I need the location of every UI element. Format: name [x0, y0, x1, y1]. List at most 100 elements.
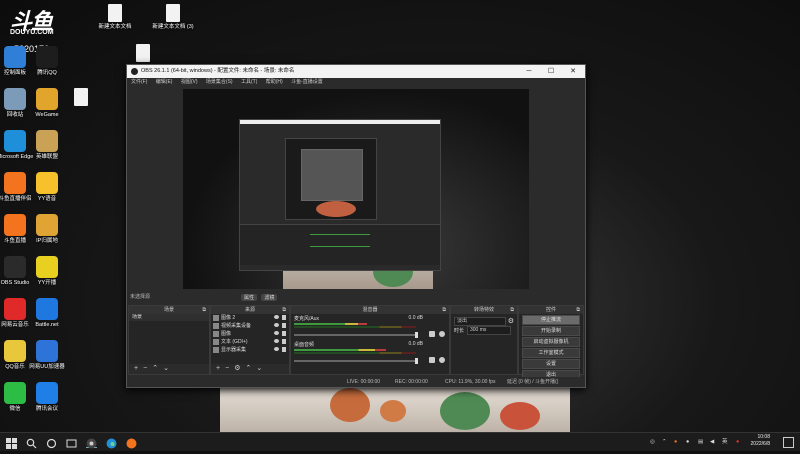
lock-icon[interactable] — [282, 347, 286, 352]
maximize-button[interactable]: ☐ — [541, 65, 561, 78]
visibility-eye-icon[interactable] — [274, 331, 279, 335]
desktop-shortcut[interactable]: 网易UU加速器 — [24, 340, 70, 371]
dock-float-icon[interactable]: ⧉ — [202, 306, 206, 314]
desktop-file[interactable] — [58, 88, 104, 108]
desktop-shortcut[interactable]: 腾讯QQ — [24, 46, 70, 77]
menu-file[interactable]: 文件(F) — [131, 79, 147, 85]
dock-title: 混音器 ⧉ — [291, 306, 449, 314]
douyu-taskbar-icon[interactable] — [126, 436, 137, 449]
dock-float-icon[interactable]: ⧉ — [442, 306, 446, 314]
properties-button[interactable]: 属性 — [241, 294, 258, 301]
rec-timer: REC: 00:00:00 — [395, 379, 428, 385]
visibility-eye-icon[interactable] — [274, 323, 279, 327]
notification-center-icon[interactable] — [783, 437, 794, 448]
edge-taskbar-icon[interactable] — [106, 436, 117, 449]
speaker-icon[interactable] — [429, 331, 435, 337]
menu-view[interactable]: 视图(V) — [181, 79, 198, 85]
gear-icon[interactable] — [439, 331, 445, 337]
source-item[interactable]: 图像 2 — [211, 314, 289, 322]
move-up-icon[interactable]: ⌃ — [245, 365, 251, 372]
source-item[interactable]: 视频采集设备 — [211, 322, 289, 330]
source-item[interactable]: 图像 — [211, 330, 289, 338]
desktop-shortcut[interactable]: 英雄联盟 — [24, 130, 70, 161]
tray-icon-volume[interactable]: ◀ — [710, 433, 714, 451]
remove-icon[interactable]: − — [225, 365, 229, 372]
desktop-file[interactable] — [120, 44, 166, 64]
desktop-shortcut[interactable]: 腾讯会议 — [24, 382, 70, 413]
visibility-eye-icon[interactable] — [274, 347, 279, 351]
language-indicator[interactable]: 英 — [722, 433, 728, 451]
tray-icon-notify[interactable]: ● — [736, 433, 739, 451]
desktop-file[interactable]: 新建文本文档 (3) — [150, 4, 196, 31]
menu-edit[interactable]: 编辑(E) — [156, 79, 173, 85]
transition-select[interactable]: 淡出 — [454, 317, 506, 326]
gear-icon[interactable] — [439, 357, 445, 363]
obs-titlebar[interactable]: OBS 26.1.1 (64-bit, windows) - 配置文件: 未命名… — [127, 65, 585, 78]
system-clock[interactable]: 10:08 2022/6/8 — [751, 434, 770, 448]
app-icon — [4, 256, 26, 278]
desktop-shortcut[interactable]: IP归属地 — [24, 214, 70, 245]
dock-title: 转场特效 ⧉ — [451, 306, 517, 314]
dock-float-icon[interactable]: ⧉ — [576, 306, 580, 314]
duration-field[interactable]: 300 ms — [467, 326, 511, 335]
tray-icon-bilibili[interactable]: ◎ — [650, 433, 655, 451]
settings-button[interactable]: 设置 — [522, 359, 580, 369]
tray-icon-network[interactable]: ▤ — [698, 433, 703, 451]
menu-help[interactable]: 帮助(H) — [266, 79, 283, 85]
visibility-eye-icon[interactable] — [274, 315, 279, 319]
minimize-button[interactable]: ─ — [519, 65, 539, 78]
desktop-file[interactable]: 新建文本文档 — [92, 4, 138, 31]
tray-icon-chevron[interactable]: ⌃ — [662, 433, 667, 451]
filters-button[interactable]: 滤镜 — [261, 294, 278, 301]
lock-icon[interactable] — [282, 323, 286, 328]
status-bar: LIVE: 00:00:00 REC: 00:00:00 CPU: 11.9%,… — [127, 377, 585, 387]
stop-streaming-button[interactable]: 停止推流 — [522, 315, 580, 325]
windows-start-button[interactable] — [6, 436, 17, 449]
obs-taskbar-icon[interactable] — [86, 436, 97, 449]
desktop-shortcut[interactable]: YY开播 — [24, 256, 70, 287]
studio-mode-button[interactable]: 工作室模式 — [522, 348, 580, 358]
preview-canvas[interactable] — [183, 89, 529, 289]
source-item[interactable]: 显示器采集 — [211, 346, 289, 354]
menu-scene-collection[interactable]: 场景集合(S) — [206, 79, 233, 85]
volume-knob[interactable] — [415, 332, 418, 338]
volume-knob[interactable] — [415, 358, 418, 364]
close-button[interactable]: ✕ — [563, 65, 583, 78]
text-file-icon — [108, 4, 122, 22]
obs-window[interactable]: OBS 26.1.1 (64-bit, windows) - 配置文件: 未命名… — [126, 64, 586, 388]
dock-float-icon[interactable]: ⧉ — [282, 306, 286, 314]
lock-icon[interactable] — [282, 339, 286, 344]
scenes-dock: 场景 ⧉ 场景 + − ⌃ ⌄ — [128, 305, 210, 375]
gear-icon[interactable]: ⚙ — [234, 365, 240, 372]
speaker-icon[interactable] — [429, 357, 435, 363]
app-icon — [36, 382, 58, 404]
add-icon[interactable]: + — [134, 365, 138, 372]
desktop-shortcut[interactable]: Battle.net — [24, 298, 70, 329]
desktop-shortcut[interactable]: YY语音 — [24, 172, 70, 203]
move-down-icon[interactable]: ⌄ — [256, 365, 262, 372]
menu-douyu-settings[interactable]: 斗鱼-直播设置 — [291, 79, 323, 85]
lock-icon[interactable] — [282, 315, 286, 320]
dock-float-icon[interactable]: ⧉ — [510, 306, 514, 314]
start-recording-button[interactable]: 开始录制 — [522, 326, 580, 336]
visibility-eye-icon[interactable] — [274, 339, 279, 343]
move-down-icon[interactable]: ⌄ — [163, 365, 169, 372]
task-view-icon[interactable] — [66, 436, 77, 448]
dock-title: 控件 ⧉ — [519, 306, 583, 314]
cortana-icon[interactable] — [46, 436, 57, 449]
move-up-icon[interactable]: ⌃ — [152, 365, 158, 372]
scene-item[interactable]: 场景 — [129, 314, 209, 321]
source-item[interactable]: 文本 (GDI+) — [211, 338, 289, 346]
search-icon[interactable] — [26, 436, 37, 449]
tray-icon-douyu[interactable]: ● — [674, 433, 677, 451]
dock-title: 来源 ⧉ — [211, 306, 289, 314]
remove-icon[interactable]: − — [143, 365, 147, 372]
start-virtual-camera-button[interactable]: 启动虚拟摄像机 — [522, 337, 580, 347]
add-icon[interactable]: + — [216, 365, 220, 372]
volume-slider[interactable] — [294, 360, 416, 362]
tray-icon-wechat[interactable]: ● — [686, 433, 689, 451]
gear-icon[interactable]: ⚙ — [508, 317, 514, 325]
menu-tools[interactable]: 工具(T) — [241, 79, 257, 85]
volume-slider[interactable] — [294, 334, 416, 336]
lock-icon[interactable] — [282, 331, 286, 336]
